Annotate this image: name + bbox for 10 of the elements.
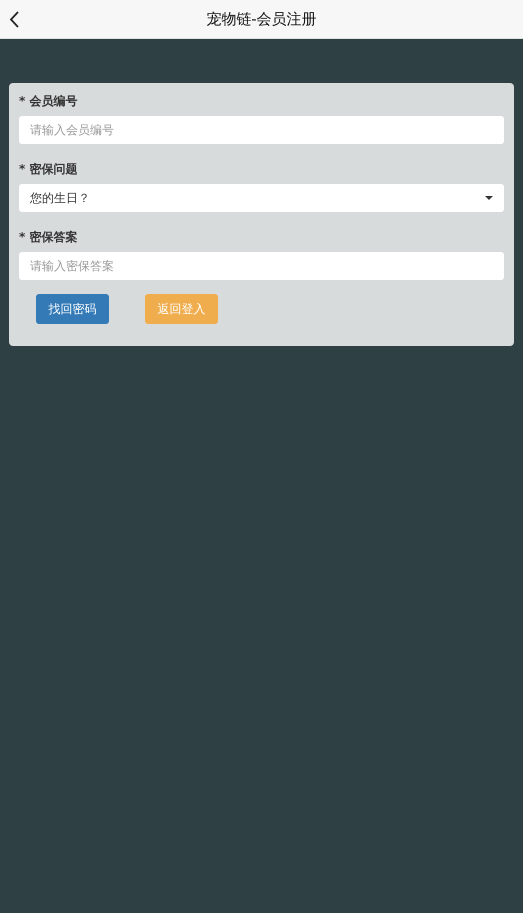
field-label: * 会员编号 bbox=[19, 93, 78, 110]
recover-password-button[interactable]: 找回密码 bbox=[36, 294, 109, 324]
back-icon[interactable] bbox=[9, 11, 20, 28]
page-title: 宠物链-会员注册 bbox=[206, 8, 317, 30]
field-label: * 密保答案 bbox=[19, 229, 78, 246]
input-field[interactable]: 请输入会员编号 bbox=[19, 116, 504, 144]
question-dropdown[interactable]: 您的生日？ bbox=[19, 184, 504, 212]
caret-icon bbox=[485, 196, 493, 200]
field-label: * 密保问题 bbox=[19, 161, 78, 178]
input-field[interactable]: 请输入密保答案 bbox=[19, 252, 504, 280]
